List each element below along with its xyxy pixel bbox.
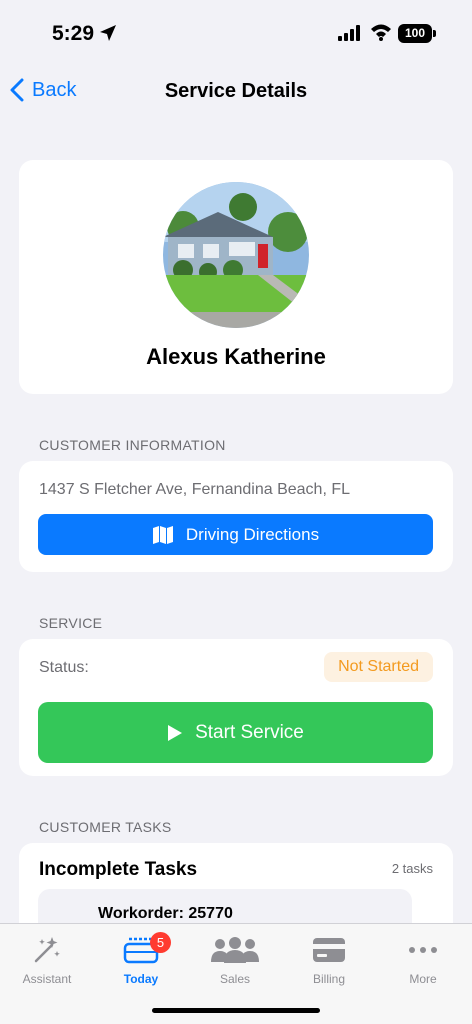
status-time: 5:29 [52,22,95,45]
sparkles-icon [34,937,60,963]
driving-directions-button[interactable]: Driving Directions [38,514,433,555]
ellipsis-icon [409,947,437,953]
play-icon [168,724,183,741]
battery-indicator: 100 [398,24,432,43]
customer-name: Alexus Katherine [146,344,326,369]
tab-today[interactable]: 5 Today [94,932,188,986]
tab-assistant[interactable]: Assistant [0,934,94,986]
page-title: Service Details [164,80,308,102]
tab-label-assistant: Assistant [22,972,72,986]
incomplete-tasks-title: Incomplete Tasks [39,859,198,880]
status-bar: 5:29 100 [0,0,472,60]
tab-more[interactable]: More [376,934,470,986]
house-photo-icon [163,182,309,328]
cellular-signal-icon [338,25,360,41]
status-badge: Not Started [324,652,433,682]
tab-label-more: More [409,972,437,986]
task-title: Workorder: 25770 [98,905,233,922]
tab-label-billing: Billing [312,972,345,986]
navigation-bar: Back Service Details [0,68,472,116]
status-label: Status: [39,659,89,676]
driving-directions-label: Driving Directions [185,524,320,544]
customer-tasks-header: CUSTOMER TASKS [39,819,172,835]
home-indicator [152,1008,320,1013]
wifi-icon [371,24,391,41]
today-badge: 5 [150,932,171,953]
tab-billing[interactable]: Billing [282,934,376,986]
service-card: Status: Not Started Start Service [19,639,453,776]
tab-label-sales: Sales [219,972,251,986]
start-service-button[interactable]: Start Service [38,702,433,763]
map-icon [152,525,173,544]
location-arrow-icon [100,25,116,41]
credit-card-icon [313,938,345,962]
people-icon [211,937,259,963]
profile-card: Alexus Katherine [19,160,453,394]
service-header: SERVICE [39,615,103,631]
tasks-count: 2 tasks [391,861,433,876]
customer-address: 1437 S Fletcher Ave, Fernandina Beach, F… [39,481,351,498]
start-service-label: Start Service [195,721,304,743]
tab-sales[interactable]: Sales [188,934,282,986]
battery-tip [433,30,436,37]
tab-label-today: Today [123,972,159,986]
avatar [163,182,309,328]
customer-information-card: 1437 S Fletcher Ave, Fernandina Beach, F… [19,461,453,572]
customer-information-header: CUSTOMER INFORMATION [39,437,226,453]
